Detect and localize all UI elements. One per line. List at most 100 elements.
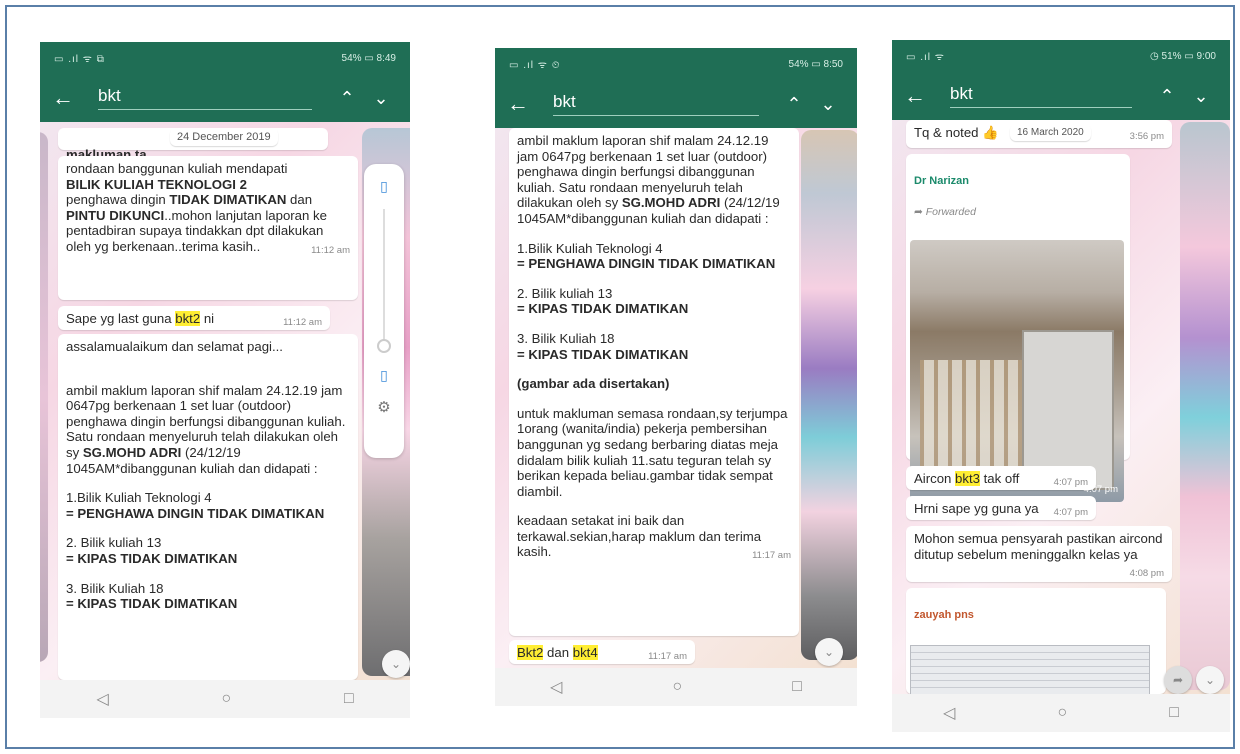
phone-screen-3: ▭ .ıl ᯤ ◷ 51% ▭ 9:00 ← bkt ⌃ ⌄ Tq & note…	[892, 40, 1230, 732]
message-bubble[interactable]: assalamualaikum dan selamat pagi... ambi…	[58, 334, 358, 680]
android-nav-bar: ◁ ○ □	[495, 668, 857, 706]
vibrate-icon[interactable]: ▯	[380, 178, 388, 195]
sticker-left-edge	[40, 132, 48, 662]
search-highlight: bkt3	[955, 471, 980, 486]
message-time: 4:07 pm	[1053, 477, 1088, 488]
message-time: 4:07 pm	[1053, 507, 1088, 518]
chevron-down-icon[interactable]: ⌄	[811, 94, 845, 115]
message-text: 2. Bilik kuliah 13	[517, 285, 613, 301]
sticker-column	[801, 130, 857, 660]
chat-area[interactable]: ambil maklum laporan shif malam 24.12.19…	[495, 128, 857, 668]
forward-arrow-icon: ➦	[914, 205, 926, 218]
search-toolbar: ← bkt ⌃ ⌄	[892, 72, 1230, 120]
phone-screen-1: ▭ .ıl ᯤ ⧉ 54% ▭ 8:49 ← bkt ⌃ ⌄ makluman …	[40, 42, 410, 718]
message-time: 11:12 am	[311, 244, 350, 256]
slider-handle[interactable]	[377, 339, 391, 353]
nav-back-icon[interactable]: ◁	[943, 703, 955, 723]
message-bold: = KIPAS TIDAK DIMATIKAN	[66, 596, 238, 612]
android-nav-bar: ◁ ○ □	[40, 680, 410, 718]
search-input[interactable]: bkt	[98, 86, 312, 110]
nav-back-icon[interactable]: ◁	[550, 677, 562, 697]
message-text: 1.Bilik Kuliah Teknologi 4	[517, 240, 663, 256]
nav-recent-icon[interactable]: □	[344, 690, 354, 708]
date-chip: 24 December 2019	[170, 128, 278, 146]
message-text: Hrni sape yg guna ya	[914, 501, 1039, 516]
sender-name: zauyah pns	[914, 608, 974, 621]
message-text: 3. Bilik Kuliah 18	[517, 330, 615, 346]
message-text: assalamualaikum dan selamat pagi...	[66, 339, 283, 354]
status-icons: ▭ .ıl ᯤ ⧉	[54, 54, 105, 65]
search-input[interactable]: bkt	[950, 84, 1132, 108]
message-text: Aircon	[914, 471, 956, 486]
search-input[interactable]: bkt	[553, 92, 759, 116]
document-photo[interactable]	[910, 644, 1150, 694]
scroll-down-icon[interactable]: ⌄	[815, 638, 843, 666]
message-text: Sape yg last guna	[66, 311, 176, 326]
chat-area[interactable]: Tq & noted 👍 3:56 pm 16 March 2020 Dr Na…	[892, 120, 1230, 694]
chevron-up-icon[interactable]: ⌃	[777, 94, 811, 115]
nav-recent-icon[interactable]: □	[792, 678, 802, 696]
message-text: keadaan setakat ini baik dan terkawal.se…	[517, 513, 762, 560]
message-time: 11:17 am	[648, 651, 687, 662]
status-bar: ▭ .ıl ᯤ ⧉ 54% ▭ 8:49	[40, 42, 410, 74]
message-bold: = PENGHAWA DINGIN TIDAK DIMATIKAN	[517, 256, 776, 272]
message-text: Tq & noted 👍	[914, 125, 999, 140]
message-text: rondaan banggunan kuliah mendapati	[66, 161, 288, 176]
date-chip: 16 March 2020	[1010, 124, 1091, 141]
message-time: 11:12 am	[283, 317, 322, 328]
search-highlight: bkt4	[572, 645, 598, 660]
message-bubble[interactable]: Bkt2 dan bkt4 11:17 am	[509, 640, 695, 664]
back-arrow-icon[interactable]: ←	[52, 85, 88, 111]
chevron-up-icon[interactable]: ⌃	[330, 88, 364, 109]
message-bold: TIDAK DIMATIKAN	[169, 192, 287, 208]
scroll-down-icon[interactable]: ⌄	[1196, 666, 1224, 694]
message-bold: = KIPAS TIDAK DIMATIKAN	[66, 550, 238, 566]
message-bubble[interactable]: rondaan banggunan kuliah mendapati BILIK…	[58, 156, 358, 300]
message-bubble[interactable]: Aircon bkt3 tak off 4:07 pm	[906, 466, 1096, 490]
chevron-down-icon[interactable]: ⌄	[364, 88, 398, 109]
volume-slider[interactable]	[377, 209, 391, 353]
search-toolbar: ← bkt ⌃ ⌄	[40, 74, 410, 122]
search-highlight: Bkt2	[517, 645, 544, 660]
image-message-bubble[interactable]: Dr Narizan ➦ Forwarded 4:07 pm	[906, 154, 1130, 502]
message-text: penghawa dingin	[66, 192, 166, 208]
classroom-photo[interactable]: 4:07 pm	[910, 239, 1124, 502]
message-time: 3:56 pm	[1129, 131, 1164, 142]
forward-arrow-icon[interactable]: ➦	[1164, 666, 1192, 694]
sender-name: Dr Narizan	[914, 174, 970, 187]
forwarded-text: Forwarded	[925, 205, 976, 218]
sticker-column	[1180, 122, 1230, 690]
message-bubble[interactable]: Sape yg last guna bkt2 ni 11:12 am	[58, 306, 330, 330]
image-message-bubble[interactable]: zauyah pns	[906, 588, 1166, 694]
nav-recent-icon[interactable]: □	[1169, 704, 1179, 722]
search-highlight: bkt2	[175, 311, 201, 326]
status-battery-time: 54% ▭ 8:50	[788, 58, 843, 70]
back-arrow-icon[interactable]: ←	[507, 91, 543, 117]
photo-window-blinds	[920, 359, 1030, 480]
message-bold: PINTU DIKUNCI	[66, 207, 165, 223]
scroll-down-icon[interactable]: ⌄	[382, 650, 410, 678]
nav-home-icon[interactable]: ○	[1057, 704, 1067, 722]
vibrate-icon[interactable]: ▯	[380, 367, 388, 384]
message-text: Mohon semua pensyarah pastikan aircond d…	[914, 531, 1163, 562]
message-time: 4:08 pm	[1129, 568, 1164, 580]
message-bold: (gambar ada disertakan)	[517, 376, 670, 392]
message-text: ni	[200, 311, 215, 326]
message-text: dan	[543, 645, 573, 660]
message-bold: SG.MOHD ADRI	[621, 195, 721, 211]
chat-area[interactable]: makluman ta 24 December 2019 rondaan ban…	[40, 122, 410, 680]
message-bubble[interactable]: Hrni sape yg guna ya 4:07 pm	[906, 496, 1096, 520]
chevron-up-icon[interactable]: ⌃	[1150, 86, 1184, 107]
status-bar: ▭ .ıl ᯤ ◷ 51% ▭ 9:00	[892, 40, 1230, 72]
chevron-down-icon[interactable]: ⌄	[1184, 86, 1218, 107]
message-bold: BILIK KULIAH TEKNOLOGI 2	[66, 176, 247, 192]
nav-back-icon[interactable]: ◁	[96, 689, 108, 709]
message-bubble[interactable]: ambil maklum laporan shif malam 24.12.19…	[509, 128, 799, 636]
message-bubble[interactable]: Mohon semua pensyarah pastikan aircond d…	[906, 526, 1172, 582]
nav-home-icon[interactable]: ○	[672, 678, 682, 696]
message-bold: = KIPAS TIDAK DIMATIKAN	[517, 346, 689, 362]
status-icons: ▭ .ıl ᯤ	[906, 52, 945, 63]
nav-home-icon[interactable]: ○	[221, 690, 231, 708]
settings-gear-icon[interactable]: ⚙	[377, 398, 390, 416]
back-arrow-icon[interactable]: ←	[904, 83, 940, 109]
